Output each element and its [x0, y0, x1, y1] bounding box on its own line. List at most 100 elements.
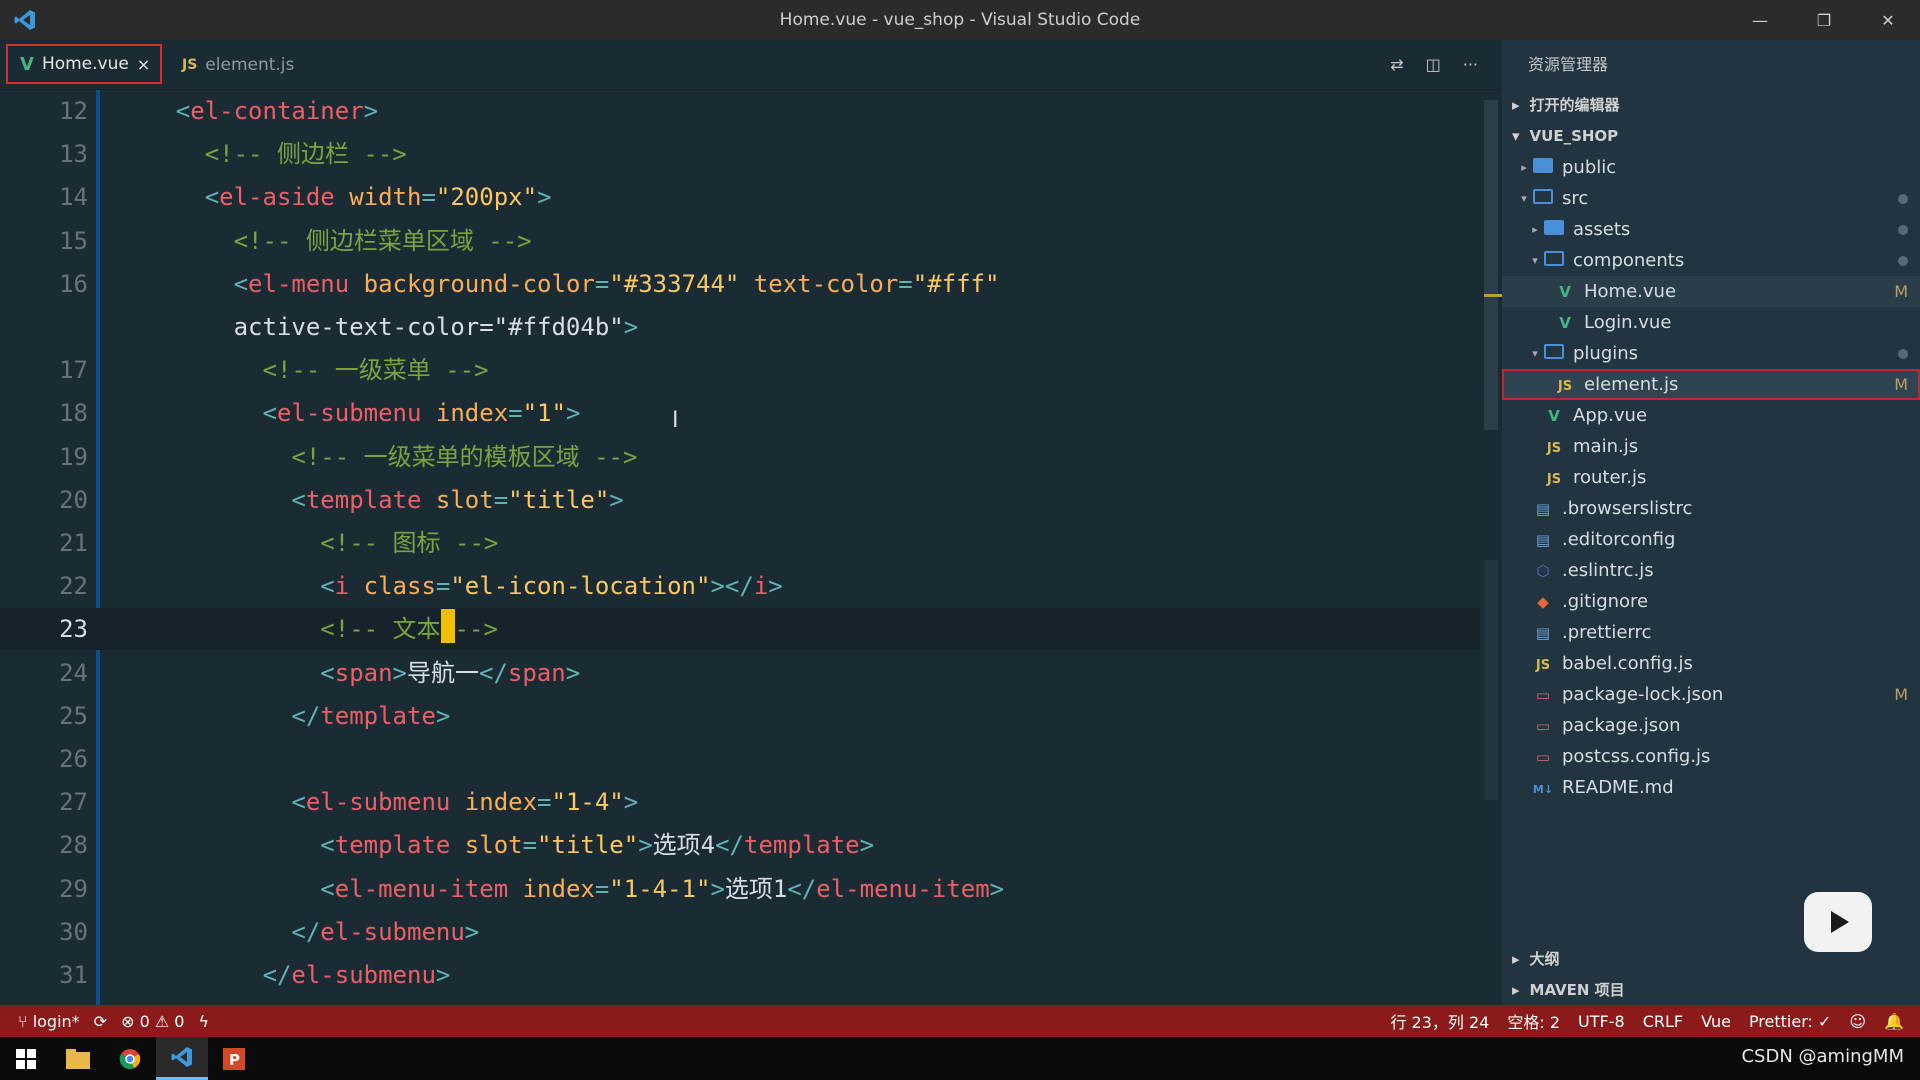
json-file-icon: ▭: [1535, 716, 1551, 735]
tree-item-assets[interactable]: ▸ assets: [1502, 214, 1920, 245]
tree-item-eslintrc-js[interactable]: ⬡ .eslintrc.js: [1502, 555, 1920, 586]
code-line[interactable]: active-text-color="#ffd04b">: [0, 306, 1480, 348]
lightning-icon[interactable]: ϟ: [198, 1012, 209, 1031]
maven-section[interactable]: ▸ MAVEN 项目: [1502, 975, 1920, 1006]
code-line[interactable]: 30 </el-submenu>: [0, 911, 1480, 953]
project-section[interactable]: ▾ VUE_SHOP: [1502, 121, 1920, 152]
restore-icon[interactable]: ❐: [1792, 0, 1856, 40]
code-line[interactable]: 19 <!-- 一级菜单的模板区域 -->: [0, 436, 1480, 478]
tree-item-components[interactable]: ▾ components: [1502, 245, 1920, 276]
sync-icon[interactable]: ⟳: [94, 1012, 107, 1031]
tree-item-main-js[interactable]: JS main.js: [1502, 431, 1920, 462]
code-line[interactable]: 14 <el-aside width="200px">: [0, 176, 1480, 218]
section-label: 打开的编辑器: [1529, 96, 1620, 114]
tree-item-browserslistrc[interactable]: ▤ .browserslistrc: [1502, 493, 1920, 524]
git-branch[interactable]: ⑂ login*: [18, 1012, 80, 1031]
tree-item-router-js[interactable]: JS router.js: [1502, 462, 1920, 493]
vscode-taskbar-icon[interactable]: [156, 1037, 208, 1080]
powerpoint-icon[interactable]: P: [208, 1037, 260, 1080]
code-line[interactable]: 23 <!-- 文本 -->: [0, 608, 1480, 651]
vue-file-icon: V: [20, 53, 34, 75]
close-window-icon[interactable]: ✕: [1856, 0, 1920, 40]
line-number: 17: [59, 356, 88, 385]
code-line[interactable]: 20 <template slot="title">: [0, 479, 1480, 521]
tree-item-login-vue[interactable]: V Login.vue: [1502, 307, 1920, 338]
language-mode[interactable]: Vue: [1701, 1012, 1731, 1031]
editor-tabs: V Home.vue × JS element.js ⇄ ◫ ···: [0, 40, 1502, 90]
line-ending[interactable]: CRLF: [1643, 1012, 1683, 1031]
feedback-smiley-icon[interactable]: ☺: [1849, 1012, 1866, 1031]
tree-item-app-vue[interactable]: V App.vue: [1502, 400, 1920, 431]
tree-item-prettierrc[interactable]: ▤ .prettierrc: [1502, 617, 1920, 648]
tree-item-label: App.vue: [1573, 405, 1648, 426]
vscode-logo-icon: [0, 0, 50, 40]
code-line[interactable]: 18 <el-submenu index="1">: [0, 392, 1480, 434]
code-line[interactable]: 25 </template>: [0, 695, 1480, 737]
line-number: 28: [59, 831, 88, 860]
tree-item-home-vue[interactable]: V Home.vue M: [1502, 276, 1920, 307]
tree-item-label: element.js: [1584, 374, 1679, 395]
close-tab-icon[interactable]: ×: [137, 55, 150, 74]
tree-item-gitignore[interactable]: ◆ .gitignore: [1502, 586, 1920, 617]
tab-home-vue[interactable]: V Home.vue ×: [6, 44, 162, 84]
editor-scrollbar[interactable]: [1484, 100, 1498, 430]
code-line[interactable]: 26: [0, 738, 1480, 780]
indentation[interactable]: 空格: 2: [1507, 1009, 1560, 1033]
code-text: <el-submenu index="1-4">: [291, 788, 639, 817]
tree-item-readme-md[interactable]: M↓ README.md: [1502, 772, 1920, 803]
cursor-position[interactable]: 行 23，列 24: [1390, 1009, 1489, 1033]
encoding[interactable]: UTF-8: [1578, 1012, 1625, 1031]
windows-start-icon[interactable]: [0, 1037, 52, 1080]
tree-item-element-js[interactable]: JS element.js M: [1502, 369, 1920, 400]
tree-item-src[interactable]: ▾ src: [1502, 183, 1920, 214]
tree-item-package-json[interactable]: ▭ package.json: [1502, 710, 1920, 741]
problems-indicator[interactable]: ⊗ 0 ⚠ 0: [121, 1012, 184, 1031]
open-editors-section[interactable]: ▸ 打开的编辑器: [1502, 90, 1920, 121]
chrome-icon[interactable]: [104, 1037, 156, 1080]
code-line[interactable]: 12 <el-container>: [0, 90, 1480, 132]
json-file-icon: ▭: [1535, 685, 1551, 704]
minimize-icon[interactable]: —: [1728, 0, 1792, 40]
compare-changes-icon[interactable]: ⇄: [1390, 55, 1403, 74]
tree-item-public[interactable]: ▸ public: [1502, 152, 1920, 183]
code-line[interactable]: 21 <!-- 图标 -->: [0, 522, 1480, 564]
code-line[interactable]: 24 <span>导航一</span>: [0, 652, 1480, 694]
tree-item-babel-config-js[interactable]: JS babel.config.js: [1502, 648, 1920, 679]
text-caret: [440, 609, 455, 644]
code-text: <!-- 图标 -->: [320, 529, 499, 557]
tree-item-label: README.md: [1562, 777, 1674, 798]
split-editor-icon[interactable]: ◫: [1426, 55, 1441, 74]
code-line[interactable]: 22 <i class="el-icon-location"></i>: [0, 565, 1480, 607]
folder-open-icon: [1532, 189, 1554, 208]
tree-item-label: package.json: [1562, 715, 1681, 736]
editor-scrollbar-track[interactable]: [1484, 560, 1498, 800]
play-video-icon[interactable]: [1804, 892, 1872, 952]
section-label: 大纲: [1529, 950, 1560, 968]
code-text: <template slot="title">: [291, 485, 624, 514]
code-line[interactable]: 31 </el-submenu>: [0, 954, 1480, 996]
more-actions-icon[interactable]: ···: [1463, 55, 1478, 74]
code-line[interactable]: 15 <!-- 侧边栏菜单区域 -->: [0, 220, 1480, 262]
code-line[interactable]: 16 <el-menu background-color="#333744" t…: [0, 263, 1480, 305]
code-line[interactable]: 17 <!-- 一级菜单 -->: [0, 349, 1480, 391]
tree-item-package-lock-json[interactable]: ▭ package-lock.json M: [1502, 679, 1920, 710]
code-line[interactable]: 29 <el-menu-item index="1-4-1">选项1</el-m…: [0, 868, 1480, 910]
notifications-bell-icon[interactable]: 🔔: [1884, 1012, 1904, 1031]
tab-element-js[interactable]: JS element.js: [170, 40, 306, 89]
line-number: 21: [59, 529, 88, 557]
prettier-status[interactable]: Prettier: ✓: [1749, 1012, 1831, 1031]
chevron-right-icon: ▸: [1512, 950, 1520, 968]
code-line[interactable]: 28 <template slot="title">选项4</template>: [0, 824, 1480, 866]
code-line[interactable]: 13 <!-- 侧边栏 -->: [0, 133, 1480, 175]
code-line[interactable]: 27 <el-submenu index="1-4">: [0, 781, 1480, 823]
code-text: <el-container>: [175, 97, 379, 125]
tree-item-editorconfig[interactable]: ▤ .editorconfig: [1502, 524, 1920, 555]
git-modified-badge: M: [1894, 282, 1908, 301]
file-icon: ▤: [1535, 530, 1551, 549]
tree-item-postcss-config-js[interactable]: ▭ postcss.config.js: [1502, 741, 1920, 772]
code-text: <!-- 侧边栏菜单区域 -->: [233, 226, 532, 255]
code-editor[interactable]: 12 <el-container> 13 <!-- 侧边栏 --> 14 <el-a…: [0, 90, 1502, 1005]
file-explorer-icon[interactable]: [52, 1037, 104, 1080]
title-bar: Home.vue - vue_shop - Visual Studio Code…: [0, 0, 1920, 40]
tree-item-plugins[interactable]: ▾ plugins: [1502, 338, 1920, 369]
